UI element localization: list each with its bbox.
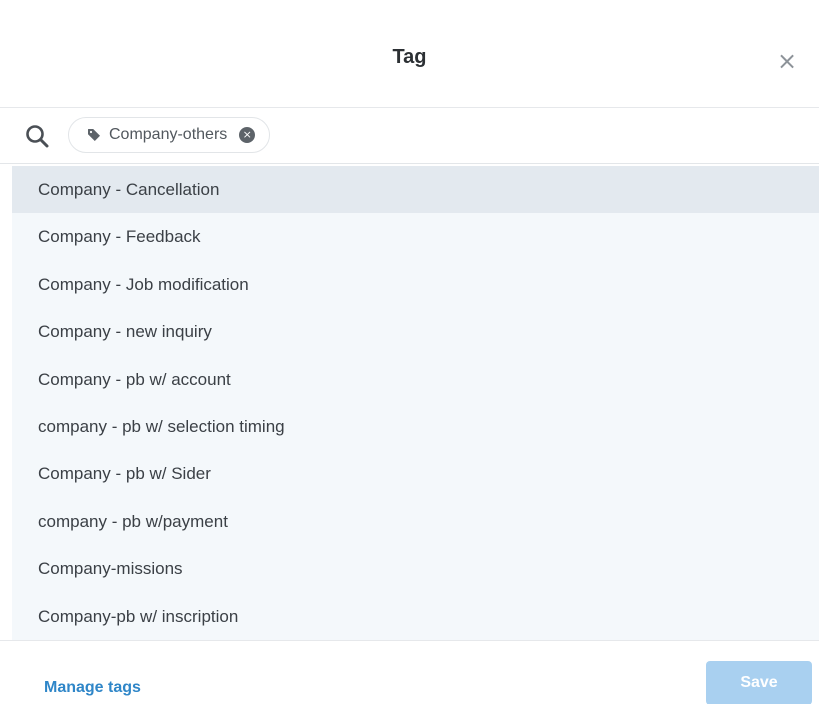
dialog-header: Tag × [0, 0, 819, 108]
selected-tag-label: Company-others [109, 126, 228, 143]
tag-search-bar: Company-others × [0, 108, 819, 164]
tag-list-item[interactable]: company - pb w/ selection timing [12, 403, 819, 450]
tag-list-item[interactable]: Company - pb w/ account [12, 356, 819, 403]
manage-tags-link[interactable]: Manage tags [44, 679, 141, 697]
tag-icon [88, 129, 100, 141]
dialog-title: Tag [392, 46, 427, 68]
remove-tag-icon[interactable]: × [239, 127, 256, 143]
tag-list-item[interactable]: Company - Feedback [12, 213, 819, 260]
tag-list-item[interactable]: Company - new inquiry [12, 308, 819, 355]
tag-list-item[interactable]: Company - Job modification [12, 261, 819, 308]
tag-list-item[interactable]: Company-missions [12, 545, 819, 592]
tag-list-item[interactable]: Company-pb w/ inscription [12, 593, 819, 640]
tag-dialog: Tag × Company-others × Company - Cancell… [0, 0, 819, 704]
tag-list: Company - Cancellation Company - Feedback… [12, 166, 819, 640]
tag-search-input[interactable] [330, 120, 800, 152]
tag-list-item[interactable]: Company - Cancellation [12, 166, 819, 214]
dialog-footer: Manage tags Save [0, 640, 819, 704]
selected-tag-chip[interactable]: Company-others × [68, 117, 271, 153]
save-button[interactable]: Save [706, 661, 812, 704]
tag-list-item[interactable]: Company - pb w/ Sider [12, 450, 819, 497]
search-icon [26, 125, 49, 148]
tag-list-item[interactable]: company - pb w/payment [12, 498, 819, 545]
close-icon[interactable]: × [770, 46, 804, 76]
